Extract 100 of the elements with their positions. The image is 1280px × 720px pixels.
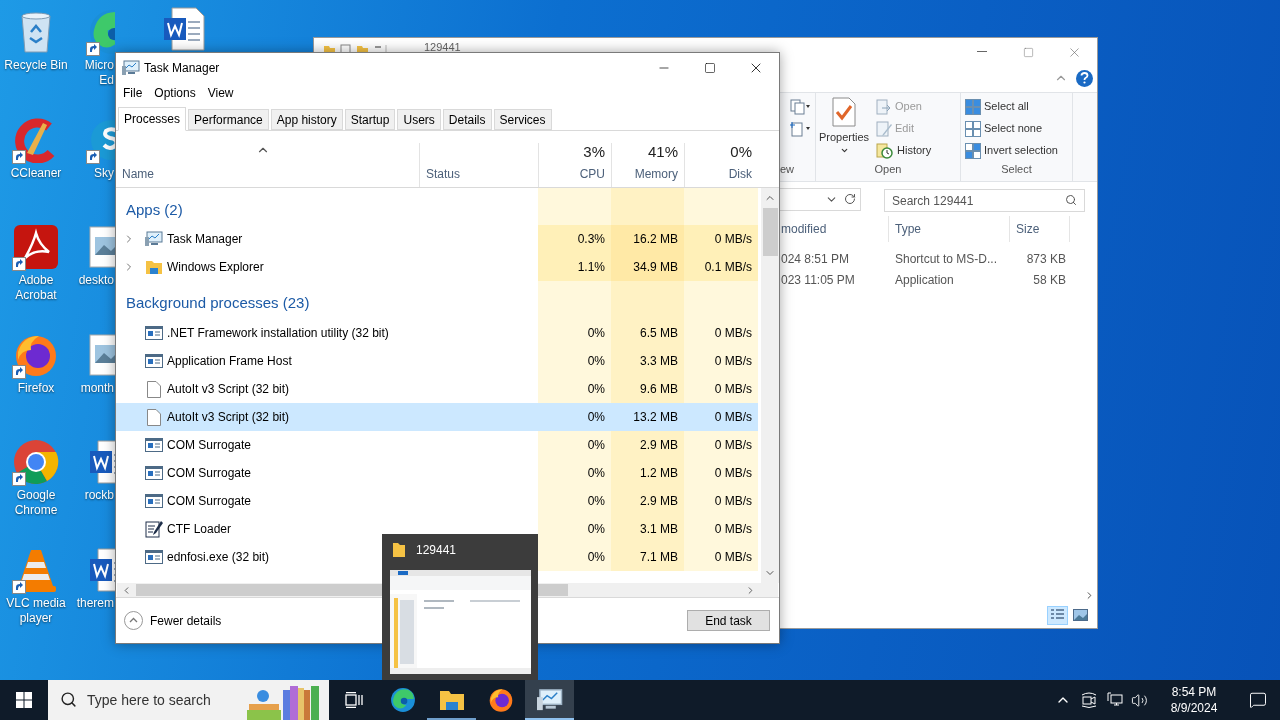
running-indicator (427, 718, 476, 720)
new-item-icon[interactable] (790, 121, 810, 137)
desktop-icon[interactable] (12, 438, 60, 487)
process-name: CTF Loader (167, 521, 232, 538)
desktop-icon-label[interactable]: month (80, 380, 114, 396)
column-header[interactable]: Name (116, 143, 419, 187)
running-indicator (525, 718, 574, 720)
search-field[interactable]: Search 129441 (884, 189, 1085, 212)
file-cell-text: Application (894, 271, 955, 289)
file-cell-text: 873 KB (1025, 250, 1067, 268)
process-row[interactable]: CTF Loader 0% 3.1 MB 0 MB/s (116, 515, 758, 543)
monitor-graph-icon (536, 688, 563, 712)
column-header[interactable]: 0% Disk (684, 143, 758, 187)
usage-value: 1.2 MB (640, 465, 678, 482)
tab[interactable]: Services (493, 109, 552, 130)
window-preview-popup[interactable]: 129441 (382, 534, 538, 680)
process-row[interactable]: .NET Framework installation utility (32 bit) 0% 6.5 MB 0 MB/s (116, 319, 758, 347)
file-cell-text: 58 KB (1032, 271, 1067, 289)
column-header[interactable]: Size (1010, 216, 1070, 242)
edge-icon (389, 687, 416, 713)
ribbon-item[interactable]: History (876, 141, 932, 160)
process-row[interactable]: COM Surrogate 0% 2.9 MB 0 MB/s (116, 487, 758, 515)
fewer-details-button[interactable]: Fewer details (124, 611, 222, 630)
network-icon[interactable] (1107, 692, 1123, 708)
open-file-icon (876, 98, 892, 115)
column-header[interactable]: 3% CPU (538, 143, 611, 187)
maximize-icon (1022, 46, 1034, 58)
ribbon-item[interactable]: Select none (965, 119, 1072, 138)
usage-value: 0.1 MB/s (704, 259, 752, 276)
column-label: Status (426, 166, 462, 183)
camera-icon[interactable] (1081, 692, 1097, 708)
scrollbar-thumb[interactable] (762, 208, 778, 256)
group-label: Open (874, 161, 902, 177)
column-header[interactable]: Status (419, 143, 538, 187)
properties-button[interactable]: Properties (816, 97, 872, 161)
menu-item[interactable]: File (118, 83, 148, 103)
volume-icon[interactable] (1131, 691, 1148, 709)
firefox-icon (487, 687, 514, 713)
properties-label: Properties (818, 130, 870, 145)
usage-value: 9.6 MB (640, 381, 678, 398)
menu-item[interactable]: Options (149, 83, 201, 103)
usage-value: 2.9 MB (640, 493, 678, 510)
column-label: CPU (579, 166, 605, 183)
process-name: Application Frame Host (167, 353, 292, 370)
group-label: Select (1001, 161, 1032, 177)
picture-view-icon (1073, 609, 1088, 621)
search-icon (1065, 193, 1077, 206)
process-name: ednfosi.exe (32 bit) (167, 549, 270, 566)
column-total: 41% (647, 143, 678, 161)
file-cell-text: Shortcut to MS-D... (894, 250, 999, 268)
notification-icon (1249, 691, 1267, 709)
application-window-icon (145, 550, 163, 564)
column-total: 3% (583, 143, 605, 161)
taskbar-app-button[interactable] (525, 680, 574, 720)
copy-path-icon[interactable] (790, 99, 810, 115)
desktop-icon-label[interactable]: therem (76, 595, 114, 611)
document-check-icon (832, 97, 856, 127)
details-view-button[interactable] (1047, 605, 1068, 625)
process-name: AutoIt v3 Script (32 bit) (167, 409, 290, 426)
ribbon-item[interactable]: Select all (965, 97, 1072, 116)
process-row[interactable]: AutoIt v3 Script (32 bit) 0% 13.2 MB 0 MB/s (116, 403, 758, 431)
process-name: COM Surrogate (167, 493, 252, 510)
tab[interactable]: Details (442, 109, 492, 130)
monitor-graph-icon (122, 60, 140, 76)
process-name: Windows Explorer (167, 259, 264, 276)
clock[interactable]: 8:54 PM 8/9/2024 (1158, 684, 1230, 716)
desktop-icon[interactable] (12, 223, 60, 272)
windows-logo-icon (16, 692, 32, 708)
usage-value: 0 MB/s (714, 231, 752, 248)
desktop-icon-label[interactable]: VLC media player (0, 595, 72, 626)
help-icon[interactable] (1076, 69, 1093, 87)
ribbon-item[interactable]: Invert selection (965, 141, 1072, 160)
usage-value: 0% (587, 493, 605, 510)
select-grid-icon (965, 142, 981, 159)
window-title: 129441 (424, 41, 461, 53)
usage-value: 0 MB/s (714, 325, 752, 342)
process-row[interactable]: AutoIt v3 Script (32 bit) 0% 9.6 MB 0 MB/s (116, 375, 758, 403)
folder-icon (145, 259, 163, 275)
folder-icon (438, 689, 465, 711)
tab[interactable]: Processes (118, 107, 187, 131)
tab[interactable]: Performance (188, 109, 269, 130)
desktop-icon[interactable] (86, 8, 115, 56)
process-name: .NET Framework installation utility (32 bit) (167, 325, 389, 342)
usage-value: 0% (587, 521, 605, 538)
usage-value: 0% (587, 437, 605, 454)
menu-item[interactable]: View (202, 83, 239, 103)
vertical-scrollbar[interactable] (761, 188, 779, 583)
usage-value: 13.2 MB (633, 409, 678, 426)
end-task-button[interactable]: End task (687, 610, 770, 631)
group-heading: Apps (2) (126, 199, 183, 220)
column-header[interactable]: 41% Memory (611, 143, 684, 187)
usage-value: 0.3% (577, 231, 605, 248)
desktop-icon-label[interactable]: rockb (84, 488, 114, 504)
column-header[interactable]: Type (889, 216, 1010, 242)
tab[interactable]: Users (397, 109, 441, 130)
refresh-icon[interactable] (844, 193, 856, 205)
tab[interactable]: App history (270, 109, 343, 130)
tab[interactable]: Startup (344, 109, 396, 130)
usage-value: 0 MB/s (714, 353, 752, 370)
usage-value: 0 MB/s (714, 437, 752, 454)
